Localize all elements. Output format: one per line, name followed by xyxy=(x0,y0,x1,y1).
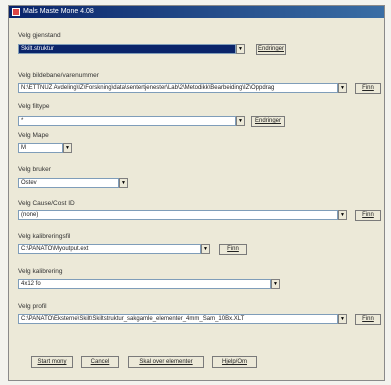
chevron-down-icon[interactable]: ▼ xyxy=(63,143,72,153)
finn-button-4[interactable]: Finn xyxy=(355,314,381,325)
label-bildebane: Velg bildebane/varenummer xyxy=(18,72,99,79)
label-kalibrering: Velg kalibrering xyxy=(18,268,63,275)
label-filtype: Velg filtype xyxy=(18,103,50,110)
kalibrering-select[interactable]: 4x12 fo xyxy=(18,279,271,289)
chevron-down-icon[interactable]: ▼ xyxy=(236,44,245,54)
cause-select[interactable]: (none) xyxy=(18,210,338,220)
endringer-button-1[interactable]: Endringer xyxy=(256,44,286,55)
chevron-down-icon[interactable]: ▼ xyxy=(338,210,347,220)
bildebane-select[interactable]: N:\ETTNUZ Avdeling\IZ\Forskning\data\sen… xyxy=(18,83,338,93)
cancel-button[interactable]: Cancel xyxy=(81,356,119,368)
chevron-down-icon[interactable]: ▼ xyxy=(338,83,347,93)
chevron-down-icon[interactable]: ▼ xyxy=(271,279,280,289)
finn-button-1[interactable]: Finn xyxy=(355,83,381,94)
profil-select[interactable]: C:\PANATO\Eksterne\Skilt\Skiltstruktur_s… xyxy=(18,314,338,324)
app-icon xyxy=(12,8,20,16)
window-title: Mals Maste Mone 4.08 xyxy=(23,8,94,15)
kalibreringsfil-select[interactable]: C:\PANATO\Myoutput.ext xyxy=(18,244,201,254)
finn-button-3[interactable]: Finn xyxy=(219,244,247,255)
title-bar: Mals Maste Mone 4.08 xyxy=(9,6,384,18)
finn-button-2[interactable]: Finn xyxy=(355,210,381,221)
hjelp-button[interactable]: Hjelp/Om xyxy=(212,356,257,368)
dialog-window: Mals Maste Mone 4.08 Velg gjenstand Skil… xyxy=(8,5,385,381)
label-mape: Velg Mape xyxy=(18,132,49,139)
chevron-down-icon[interactable]: ▼ xyxy=(338,314,347,324)
filtype-select[interactable]: * xyxy=(18,116,236,126)
gjenstand-select[interactable]: Skilt.struktur xyxy=(18,44,236,54)
start-button[interactable]: Start mony xyxy=(31,356,73,368)
label-profil: Velg profil xyxy=(18,303,47,310)
skal-over-button[interactable]: Skal over elementer xyxy=(128,356,204,368)
label-cause: Velg Cause/Cost ID xyxy=(18,200,75,207)
label-bruker: Velg bruker xyxy=(18,166,51,173)
chevron-down-icon[interactable]: ▼ xyxy=(119,178,128,188)
mape-select[interactable]: M xyxy=(18,143,63,153)
chevron-down-icon[interactable]: ▼ xyxy=(201,244,210,254)
chevron-down-icon[interactable]: ▼ xyxy=(236,116,245,126)
label-kalibreringsfil: Velg kalibreringsfil xyxy=(18,233,71,240)
label-gjenstand: Velg gjenstand xyxy=(18,32,61,39)
endringer-button-2[interactable]: Endringer xyxy=(251,116,285,127)
bruker-select[interactable]: Ostev xyxy=(18,178,119,188)
